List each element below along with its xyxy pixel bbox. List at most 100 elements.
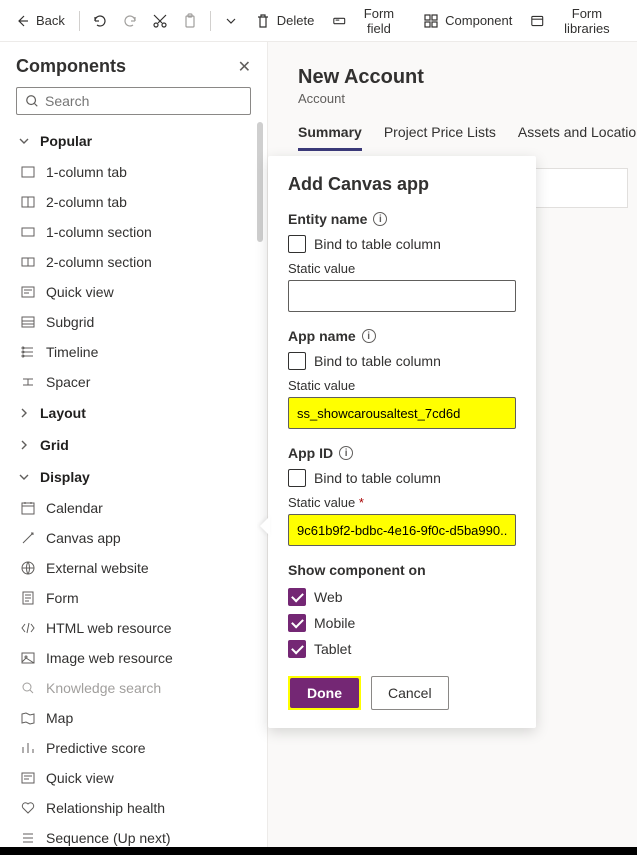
item-2-column-tab[interactable]: 2-column tab [0, 187, 267, 217]
item-canvas-app[interactable]: Canvas app [0, 523, 267, 553]
section-layout[interactable]: Layout [0, 397, 267, 429]
flyout-title: Add Canvas app [288, 174, 516, 195]
show-web-checkbox[interactable]: Web [288, 588, 516, 606]
show-on-label: Show component on [288, 562, 516, 578]
image-icon [20, 650, 36, 666]
subgrid-icon [20, 314, 36, 330]
chevron-right-icon [16, 405, 32, 421]
item-external-website[interactable]: External website [0, 553, 267, 583]
tab-assets[interactable]: Assets and Locatio [518, 124, 636, 151]
quick-view-icon [20, 770, 36, 786]
calendar-icon [20, 500, 36, 516]
sequence-icon [20, 830, 36, 846]
item-subgrid[interactable]: Subgrid [0, 307, 267, 337]
spacer-icon [20, 374, 36, 390]
redo-icon [122, 13, 138, 29]
close-panel-button[interactable]: ✕ [238, 57, 251, 77]
checkbox-icon [288, 469, 306, 487]
paste-chevron-button[interactable] [219, 9, 243, 33]
appid-bind-checkbox[interactable]: Bind to table column [288, 469, 516, 487]
item-form[interactable]: Form [0, 583, 267, 613]
item-quick-view-2[interactable]: Quick view [0, 763, 267, 793]
paste-icon [182, 13, 198, 29]
item-quick-view[interactable]: Quick view [0, 277, 267, 307]
scrollbar[interactable] [257, 122, 263, 242]
component-label: Component [445, 13, 512, 28]
divider [79, 11, 80, 31]
section-display[interactable]: Display [0, 461, 267, 493]
item-1-column-section[interactable]: 1-column section [0, 217, 267, 247]
done-button[interactable]: Done [290, 678, 359, 708]
form-field-icon [332, 13, 347, 29]
back-button[interactable]: Back [8, 9, 71, 33]
appname-bind-checkbox[interactable]: Bind to table column [288, 352, 516, 370]
entity-bind-checkbox[interactable]: Bind to table column [288, 235, 516, 253]
form-field-button[interactable]: Form field [326, 2, 411, 40]
show-on-group: Show component on Web Mobile Tablet [288, 562, 516, 658]
entity-static-label: Static value [288, 261, 516, 276]
item-predictive-score[interactable]: Predictive score [0, 733, 267, 763]
search-icon [25, 94, 39, 108]
tabs: Summary Project Price Lists Assets and L… [298, 124, 637, 152]
appid-static-label: Static value * [288, 495, 516, 510]
app-name-label: App name [288, 328, 356, 344]
timeline-icon [20, 344, 36, 360]
item-image-web-resource[interactable]: Image web resource [0, 643, 267, 673]
section-popular[interactable]: Popular [0, 125, 267, 157]
delete-button[interactable]: Delete [249, 9, 321, 33]
section-icon [20, 254, 36, 270]
chevron-down-icon [223, 13, 239, 29]
checkbox-icon [288, 235, 306, 253]
heart-icon [20, 800, 36, 816]
entity-static-input[interactable] [288, 280, 516, 312]
info-icon[interactable]: i [362, 329, 376, 343]
item-2-column-section[interactable]: 2-column section [0, 247, 267, 277]
item-knowledge-search[interactable]: Knowledge search [0, 673, 267, 703]
item-spacer[interactable]: Spacer [0, 367, 267, 397]
info-icon[interactable]: i [373, 212, 387, 226]
divider [210, 11, 211, 31]
item-calendar[interactable]: Calendar [0, 493, 267, 523]
cut-icon [152, 13, 168, 29]
done-highlight: Done [288, 676, 361, 710]
section-grid[interactable]: Grid [0, 429, 267, 461]
components-panel: Components ✕ Popular 1-column tab 2-colu… [0, 42, 268, 855]
info-icon[interactable]: i [339, 446, 353, 460]
app-id-label: App ID [288, 445, 333, 461]
arrow-left-icon [14, 13, 30, 29]
form-libraries-button[interactable]: Form libraries [524, 2, 629, 40]
map-icon [20, 710, 36, 726]
appname-static-input[interactable] [288, 397, 516, 429]
item-html-web-resource[interactable]: HTML web resource [0, 613, 267, 643]
checkbox-icon [288, 352, 306, 370]
chevron-down-icon [16, 469, 32, 485]
search-input[interactable] [45, 93, 242, 109]
tree: Popular 1-column tab 2-column tab 1-colu… [0, 125, 267, 855]
chevron-down-icon [16, 133, 32, 149]
entity-name-group: Entity name i Bind to table column Stati… [288, 211, 516, 312]
paste-button[interactable] [178, 9, 202, 33]
form-icon [20, 590, 36, 606]
item-1-column-tab[interactable]: 1-column tab [0, 157, 267, 187]
tab-icon [20, 164, 36, 180]
form-subtitle: Account [298, 91, 637, 106]
redo-button[interactable] [118, 9, 142, 33]
component-button[interactable]: Component [417, 9, 518, 33]
chevron-right-icon [16, 437, 32, 453]
show-mobile-checkbox[interactable]: Mobile [288, 614, 516, 632]
item-map[interactable]: Map [0, 703, 267, 733]
globe-icon [20, 560, 36, 576]
item-relationship-health[interactable]: Relationship health [0, 793, 267, 823]
undo-button[interactable] [88, 9, 112, 33]
cancel-button[interactable]: Cancel [371, 676, 449, 710]
tab-price-lists[interactable]: Project Price Lists [384, 124, 496, 151]
item-timeline[interactable]: Timeline [0, 337, 267, 367]
tab-summary[interactable]: Summary [298, 124, 362, 151]
form-title: New Account [298, 66, 637, 89]
panel-title: Components [16, 56, 126, 77]
app-id-group: App ID i Bind to table column Static val… [288, 445, 516, 546]
search-box[interactable] [16, 87, 251, 115]
cut-button[interactable] [148, 9, 172, 33]
appid-static-input[interactable] [288, 514, 516, 546]
show-tablet-checkbox[interactable]: Tablet [288, 640, 516, 658]
